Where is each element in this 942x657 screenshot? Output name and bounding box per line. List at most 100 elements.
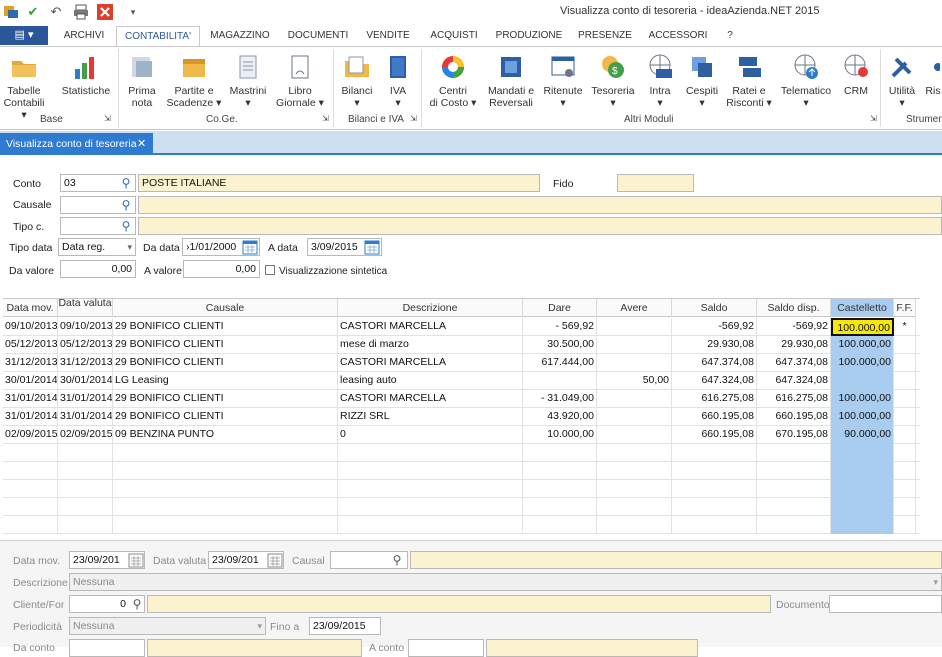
tab-vendite[interactable]: VENDITE: [360, 26, 416, 46]
search-icon[interactable]: ⚲: [118, 218, 134, 234]
col-header-saldo[interactable]: Saldo: [672, 299, 757, 317]
tipo-data-select[interactable]: Data reg. ▾: [58, 238, 136, 256]
table-row[interactable]: 09/10/2013 09/10/2013 29 BONIFICO CLIENTI C…: [3, 318, 920, 336]
col-header-causale[interactable]: Causale: [113, 299, 338, 317]
cell-saldo[interactable]: 660.195,08: [672, 426, 757, 444]
cell-avere[interactable]: [597, 408, 672, 426]
cell-avere[interactable]: [597, 480, 672, 498]
group-launcher-icon[interactable]: ⇲: [104, 114, 111, 123]
cell-saldo[interactable]: -569,92: [672, 318, 757, 336]
cell-ff[interactable]: [894, 390, 916, 408]
ratei-risconti-button[interactable]: Ratei e Risconti ▾: [724, 51, 774, 109]
cell-data-valuta[interactable]: 31/01/2014: [58, 390, 113, 408]
a-conto-field[interactable]: [408, 639, 484, 657]
fino-a-field[interactable]: 23/09/2015: [309, 617, 381, 635]
partite-scadenze-button[interactable]: Partite e Scadenze ▾: [164, 51, 224, 109]
cell-saldo[interactable]: [672, 462, 757, 480]
cell-dare[interactable]: 10.000,00: [523, 426, 597, 444]
table-row[interactable]: 31/12/2013 31/12/2013 29 BONIFICO CLIENTI C…: [3, 354, 920, 372]
cell-data-valuta[interactable]: 31/01/2014: [58, 408, 113, 426]
tab-contabilita[interactable]: CONTABILITA': [116, 26, 200, 47]
search-icon[interactable]: ⚲: [129, 596, 145, 612]
cell-dare[interactable]: - 569,92: [523, 318, 597, 336]
cell-dare[interactable]: [523, 516, 597, 534]
cell-causale[interactable]: 29 BONIFICO CLIENTI: [113, 390, 338, 408]
cell-data-valuta[interactable]: 05/12/2013: [58, 336, 113, 354]
close-tab-icon[interactable]: ✕: [137, 133, 146, 155]
cell-castelletto[interactable]: [831, 462, 894, 480]
cell-causale[interactable]: [113, 516, 338, 534]
document-tab[interactable]: Visualizza conto di tesoreria ✕: [0, 133, 153, 155]
cell-saldo-disp[interactable]: 647.324,08: [757, 372, 831, 390]
cell-saldo[interactable]: [672, 516, 757, 534]
cell-causale[interactable]: 09 BENZINA PUNTO: [113, 426, 338, 444]
group-launcher-icon[interactable]: ⇲: [410, 114, 417, 123]
cell-saldo-disp[interactable]: [757, 462, 831, 480]
cell-data-mov[interactable]: 09/10/2013: [3, 318, 58, 336]
cell-descrizione[interactable]: [338, 516, 523, 534]
col-header-dare[interactable]: Dare: [523, 299, 597, 317]
cell-causale[interactable]: [113, 444, 338, 462]
group-launcher-icon[interactable]: ⇲: [870, 114, 877, 123]
cell-saldo[interactable]: [672, 480, 757, 498]
intra-button[interactable]: Intra ▾: [640, 51, 680, 109]
cell-ff[interactable]: [894, 354, 916, 372]
statistiche-button[interactable]: Statistiche: [60, 51, 112, 97]
calendar-icon[interactable]: [128, 553, 144, 568]
cell-ff[interactable]: [894, 444, 916, 462]
cell-data-mov[interactable]: [3, 498, 58, 516]
cell-descrizione[interactable]: [338, 462, 523, 480]
da-conto-field[interactable]: [69, 639, 145, 657]
cell-data-mov[interactable]: 02/09/2015: [3, 426, 58, 444]
cell-data-mov[interactable]: [3, 462, 58, 480]
cell-descrizione[interactable]: CASTORI MARCELLA: [338, 354, 523, 372]
cell-dare[interactable]: [523, 480, 597, 498]
cell-data-mov[interactable]: 31/01/2014: [3, 408, 58, 426]
cell-castelletto[interactable]: [831, 444, 894, 462]
cell-avere[interactable]: [597, 444, 672, 462]
cell-data-mov[interactable]: [3, 444, 58, 462]
print-icon[interactable]: [72, 3, 90, 21]
da-valore-field[interactable]: 0,00: [60, 260, 136, 278]
cell-ff[interactable]: [894, 480, 916, 498]
calendar-icon[interactable]: [242, 240, 258, 255]
chevron-down-icon[interactable]: ▾: [257, 618, 262, 634]
libro-giornale-button[interactable]: Libro Giornale ▾: [272, 51, 328, 109]
cell-castelletto[interactable]: [831, 480, 894, 498]
cell-causale[interactable]: LG Leasing: [113, 372, 338, 390]
cell-data-valuta[interactable]: 30/01/2014: [58, 372, 113, 390]
cell-ff[interactable]: [894, 498, 916, 516]
tab-acquisti[interactable]: ACQUISTI: [422, 26, 486, 46]
cell-castelletto[interactable]: 90.000,00: [831, 426, 894, 444]
tab-help[interactable]: ?: [720, 26, 740, 46]
telematico-button[interactable]: Telematico ▾: [778, 51, 834, 109]
col-header-data-valuta[interactable]: Data valuta: [58, 298, 113, 317]
cell-avere[interactable]: [597, 498, 672, 516]
col-header-avere[interactable]: Avere: [597, 299, 672, 317]
cell-data-valuta[interactable]: [58, 444, 113, 462]
cell-dare[interactable]: [523, 372, 597, 390]
app-menu-button[interactable]: ▤ ▾: [0, 26, 48, 45]
cell-descrizione[interactable]: leasing auto: [338, 372, 523, 390]
cell-saldo-disp[interactable]: 616.275,08: [757, 390, 831, 408]
cell-castelletto[interactable]: 100.000,00: [831, 336, 894, 354]
cell-causale[interactable]: 29 BONIFICO CLIENTI: [113, 408, 338, 426]
tab-documenti[interactable]: DOCUMENTI: [280, 26, 356, 46]
tabelle-contabili-button[interactable]: Tabelle Contabili ▾: [2, 51, 46, 121]
cell-avere[interactable]: [597, 318, 672, 336]
cell-causale[interactable]: 29 BONIFICO CLIENTI: [113, 318, 338, 336]
cell-causale[interactable]: [113, 480, 338, 498]
cell-castelletto[interactable]: [831, 372, 894, 390]
cell-descrizione[interactable]: CASTORI MARCELLA: [338, 318, 523, 336]
cell-dare[interactable]: - 31.049,00: [523, 390, 597, 408]
chevron-down-icon[interactable]: ▾: [933, 574, 938, 590]
cell-saldo-disp[interactable]: 660.195,08: [757, 408, 831, 426]
cell-saldo-disp[interactable]: [757, 480, 831, 498]
cell-data-mov[interactable]: 05/12/2013: [3, 336, 58, 354]
search-icon[interactable]: ⚲: [389, 552, 405, 568]
utilita-button[interactable]: Utilità ▾: [884, 51, 920, 109]
cell-data-valuta[interactable]: 02/09/2015: [58, 426, 113, 444]
cell-dare[interactable]: [523, 498, 597, 516]
cell-castelletto[interactable]: [831, 498, 894, 516]
prima-nota-button[interactable]: Prima nota: [120, 51, 164, 109]
